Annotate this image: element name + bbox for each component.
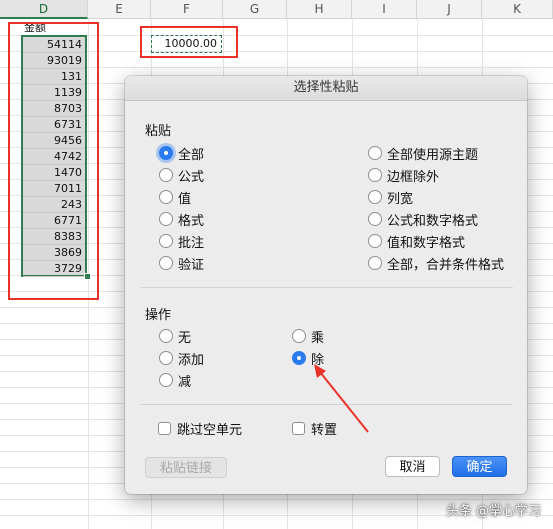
paste-option-source-theme[interactable]: 全部使用源主题 <box>368 144 479 163</box>
radio-icon[interactable] <box>159 329 173 343</box>
paste-option-merge-conditional[interactable]: 全部，合并条件格式 <box>368 254 505 273</box>
paste-option-formulas[interactable]: 公式 <box>159 166 205 185</box>
paste-option-label: 全部使用源主题 <box>387 147 479 163</box>
paste-link-button[interactable]: 粘贴链接 <box>145 457 227 478</box>
radio-icon[interactable] <box>159 256 173 270</box>
ok-button[interactable]: 确定 <box>452 456 507 477</box>
checkbox-icon[interactable] <box>158 421 171 435</box>
paste-option-label: 批注 <box>178 235 205 251</box>
dialog-title: 选择性粘贴 <box>125 76 527 101</box>
operation-option-divide[interactable]: 除 <box>292 349 325 368</box>
paste-option-label: 公式和数字格式 <box>387 213 479 229</box>
radio-icon[interactable] <box>368 212 382 226</box>
operation-option-add[interactable]: 添加 <box>159 349 205 368</box>
radio-icon[interactable] <box>368 256 382 270</box>
radio-icon[interactable] <box>368 190 382 204</box>
column-header-f[interactable]: F <box>151 0 223 19</box>
paste-option-values[interactable]: 值 <box>159 188 192 207</box>
radio-icon[interactable] <box>368 234 382 248</box>
operation-option-label: 减 <box>178 374 192 390</box>
operation-option-label: 乘 <box>311 330 325 346</box>
radio-icon[interactable] <box>159 373 173 387</box>
paste-option-label: 列宽 <box>387 191 414 207</box>
transpose-label: 转置 <box>311 422 338 438</box>
paste-section-title: 粘贴 <box>145 124 172 139</box>
separator <box>141 287 513 288</box>
column-header-g[interactable]: G <box>223 0 287 19</box>
radio-icon[interactable] <box>368 146 382 160</box>
radio-icon[interactable] <box>292 329 306 343</box>
paste-option-formulas-number-formats[interactable]: 公式和数字格式 <box>368 210 479 229</box>
operation-option-multiply[interactable]: 乘 <box>292 327 325 346</box>
radio-icon[interactable] <box>159 212 173 226</box>
paste-option-label: 值 <box>178 191 192 207</box>
column-header-i[interactable]: I <box>352 0 417 19</box>
paste-option-except-borders[interactable]: 边框除外 <box>368 166 440 185</box>
operation-option-subtract[interactable]: 减 <box>159 371 192 390</box>
operation-option-label: 无 <box>178 330 192 346</box>
operation-option-none[interactable]: 无 <box>159 327 192 346</box>
radio-icon[interactable] <box>159 234 173 248</box>
radio-selected-icon[interactable] <box>292 351 306 365</box>
paste-option-label: 全部，合并条件格式 <box>387 257 505 273</box>
radio-icon[interactable] <box>159 351 173 365</box>
paste-option-label: 全部 <box>178 147 205 163</box>
checkbox-icon[interactable] <box>292 421 305 435</box>
paste-option-all[interactable]: 全部 <box>159 144 205 163</box>
column-header-h[interactable]: H <box>287 0 352 19</box>
paste-option-label: 边框除外 <box>387 169 440 185</box>
paste-option-label: 验证 <box>178 257 205 273</box>
cancel-button[interactable]: 取消 <box>385 456 440 477</box>
transpose-checkbox[interactable]: 转置 <box>292 419 338 438</box>
paste-option-label: 公式 <box>178 169 205 185</box>
paste-special-dialog: 选择性粘贴 粘贴 全部 公式 值 格式 批注 验证 全部使用源主题 边框除外 列… <box>125 76 527 494</box>
paste-option-label: 格式 <box>178 213 205 229</box>
annotation-frame-copied <box>140 26 238 58</box>
watermark: 头条 @掌心学习 <box>445 504 541 519</box>
paste-option-validation[interactable]: 验证 <box>159 254 205 273</box>
annotation-frame-amounts <box>8 22 99 300</box>
column-header-k[interactable]: K <box>482 0 553 19</box>
column-header-j[interactable]: J <box>417 0 482 19</box>
paste-option-values-number-formats[interactable]: 值和数字格式 <box>368 232 466 251</box>
skip-blanks-label: 跳过空单元 <box>177 422 243 438</box>
column-header-d[interactable]: D <box>0 0 88 19</box>
separator <box>141 404 513 405</box>
skip-blanks-checkbox[interactable]: 跳过空单元 <box>158 419 243 438</box>
column-header-e[interactable]: E <box>88 0 151 19</box>
radio-icon[interactable] <box>368 168 382 182</box>
radio-icon[interactable] <box>159 168 173 182</box>
radio-selected-icon[interactable] <box>159 146 173 160</box>
paste-option-formats[interactable]: 格式 <box>159 210 205 229</box>
operation-option-label: 添加 <box>178 352 205 368</box>
radio-icon[interactable] <box>159 190 173 204</box>
paste-option-column-widths[interactable]: 列宽 <box>368 188 414 207</box>
operation-option-label: 除 <box>311 352 325 368</box>
paste-option-label: 值和数字格式 <box>387 235 466 251</box>
operation-section-title: 操作 <box>145 308 172 323</box>
paste-option-comments[interactable]: 批注 <box>159 232 205 251</box>
